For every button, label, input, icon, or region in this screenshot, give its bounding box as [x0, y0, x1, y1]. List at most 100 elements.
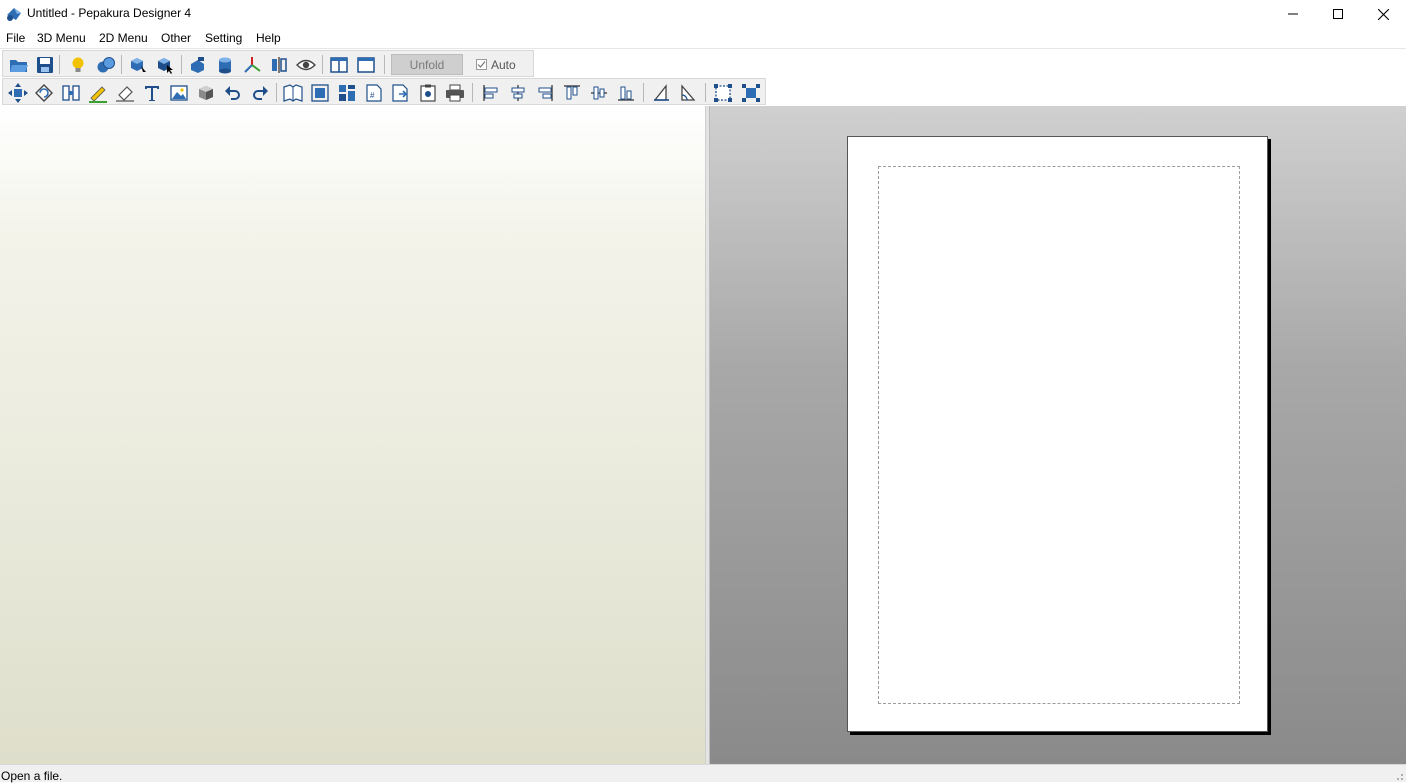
align-bottom-button[interactable]	[615, 82, 637, 103]
select-parts-button[interactable]	[740, 82, 762, 103]
align-center-h-button[interactable]	[507, 82, 529, 103]
select-face-button[interactable]	[154, 54, 176, 75]
mirror-icon	[272, 56, 287, 73]
unfold-button[interactable]: Unfold	[391, 54, 463, 75]
fit-page-icon	[311, 83, 329, 102]
toolbar-separator	[384, 55, 385, 74]
flap-button[interactable]	[650, 82, 672, 103]
text-icon	[145, 85, 159, 101]
grid-parts-icon	[339, 84, 355, 101]
align-middle-v-button[interactable]	[588, 82, 610, 103]
cube-arrow-icon	[131, 57, 146, 72]
clipboard-icon	[420, 84, 436, 102]
minimize-icon	[1288, 13, 1298, 15]
page-layout-button[interactable]	[282, 82, 304, 103]
status-text: Open a file.	[1, 769, 63, 783]
align-right-button[interactable]	[534, 82, 556, 103]
single-view-button[interactable]	[355, 54, 377, 75]
edit-toolbar: #	[2, 78, 766, 105]
toolbar-area: Unfold Auto #	[0, 49, 1406, 106]
split-view-icon	[330, 56, 348, 73]
undo-button[interactable]	[222, 82, 244, 103]
flap-triangle-icon	[653, 83, 669, 101]
rotate-part-button[interactable]	[33, 82, 55, 103]
view-button[interactable]	[295, 54, 317, 75]
svg-text:#: #	[370, 91, 375, 100]
box-icon	[199, 85, 213, 100]
resize-grip-icon[interactable]	[1392, 769, 1404, 781]
toolbar-separator	[121, 55, 122, 74]
3d-view-pane[interactable]	[0, 106, 705, 764]
close-button[interactable]	[1360, 0, 1406, 28]
checkmark-icon	[477, 61, 486, 68]
move-rotate-icon	[8, 82, 28, 103]
open-folder-icon	[10, 59, 28, 72]
lightbulb-icon	[72, 57, 84, 72]
box-button[interactable]	[195, 82, 217, 103]
lighting-button[interactable]	[67, 54, 89, 75]
flap-angle-icon	[681, 83, 696, 101]
cylinder-button[interactable]	[214, 54, 236, 75]
fold-line-button[interactable]	[87, 82, 109, 103]
pencil-line-icon	[89, 85, 107, 103]
minimize-button[interactable]	[1270, 0, 1316, 28]
align-bottom-icon	[618, 86, 634, 101]
eye-icon	[296, 59, 316, 70]
page-number-button[interactable]: #	[363, 82, 385, 103]
status-bar: Open a file.	[0, 764, 1406, 783]
2d-view-pane[interactable]	[710, 106, 1406, 764]
align-left-button[interactable]	[480, 82, 502, 103]
window-title: Untitled - Pepakura Designer 4	[27, 6, 192, 20]
toolbar-separator	[276, 83, 277, 102]
rotate-icon	[35, 83, 53, 102]
redo-button[interactable]	[249, 82, 271, 103]
flap-edit-button[interactable]	[677, 82, 699, 103]
maximize-button[interactable]	[1315, 0, 1361, 28]
axis-button[interactable]	[241, 54, 263, 75]
print-button[interactable]	[444, 82, 466, 103]
clipboard-button[interactable]	[417, 82, 439, 103]
toolbar-separator	[643, 83, 644, 102]
cube-cursor-icon	[158, 57, 173, 74]
select-edge-button[interactable]	[127, 54, 149, 75]
flip-button[interactable]	[268, 54, 290, 75]
text-button[interactable]	[141, 82, 163, 103]
texture-button[interactable]	[95, 54, 117, 75]
menu-setting[interactable]: Setting	[205, 31, 242, 45]
auto-checkbox[interactable]	[476, 59, 487, 70]
align-left-icon	[483, 84, 498, 101]
paint-button[interactable]	[187, 54, 209, 75]
edge-edit-button[interactable]	[114, 82, 136, 103]
export-page-button[interactable]	[390, 82, 412, 103]
menu-2d[interactable]: 2D Menu	[99, 31, 148, 45]
toolbar-separator	[322, 55, 323, 74]
close-icon	[1377, 8, 1389, 20]
select-all-button[interactable]	[712, 82, 734, 103]
save-disk-icon	[37, 56, 53, 73]
arrange-parts-button[interactable]	[336, 82, 358, 103]
menu-file[interactable]: File	[6, 31, 25, 45]
axis-icon	[244, 56, 261, 73]
image-button[interactable]	[168, 82, 190, 103]
menu-3d[interactable]: 3D Menu	[37, 31, 86, 45]
join-button[interactable]	[60, 82, 82, 103]
toolbar-separator	[59, 55, 60, 74]
align-top-button[interactable]	[561, 82, 583, 103]
open-button[interactable]	[8, 54, 30, 75]
toolbar-separator	[705, 83, 706, 102]
toolbar-separator	[472, 83, 473, 102]
open-book-icon	[283, 83, 303, 102]
split-view-button[interactable]	[328, 54, 350, 75]
menu-help[interactable]: Help	[256, 31, 281, 45]
fit-page-button[interactable]	[309, 82, 331, 103]
paint-bucket-icon	[191, 56, 204, 73]
rotate-move-button[interactable]	[7, 82, 29, 103]
align-middle-v-icon	[591, 86, 607, 99]
export-page-icon	[392, 83, 408, 102]
join-parts-icon	[62, 84, 80, 101]
save-button[interactable]	[34, 54, 56, 75]
menu-other[interactable]: Other	[161, 31, 191, 45]
redo-icon	[253, 85, 268, 100]
align-right-icon	[538, 84, 553, 101]
cylinder-icon	[219, 57, 231, 73]
